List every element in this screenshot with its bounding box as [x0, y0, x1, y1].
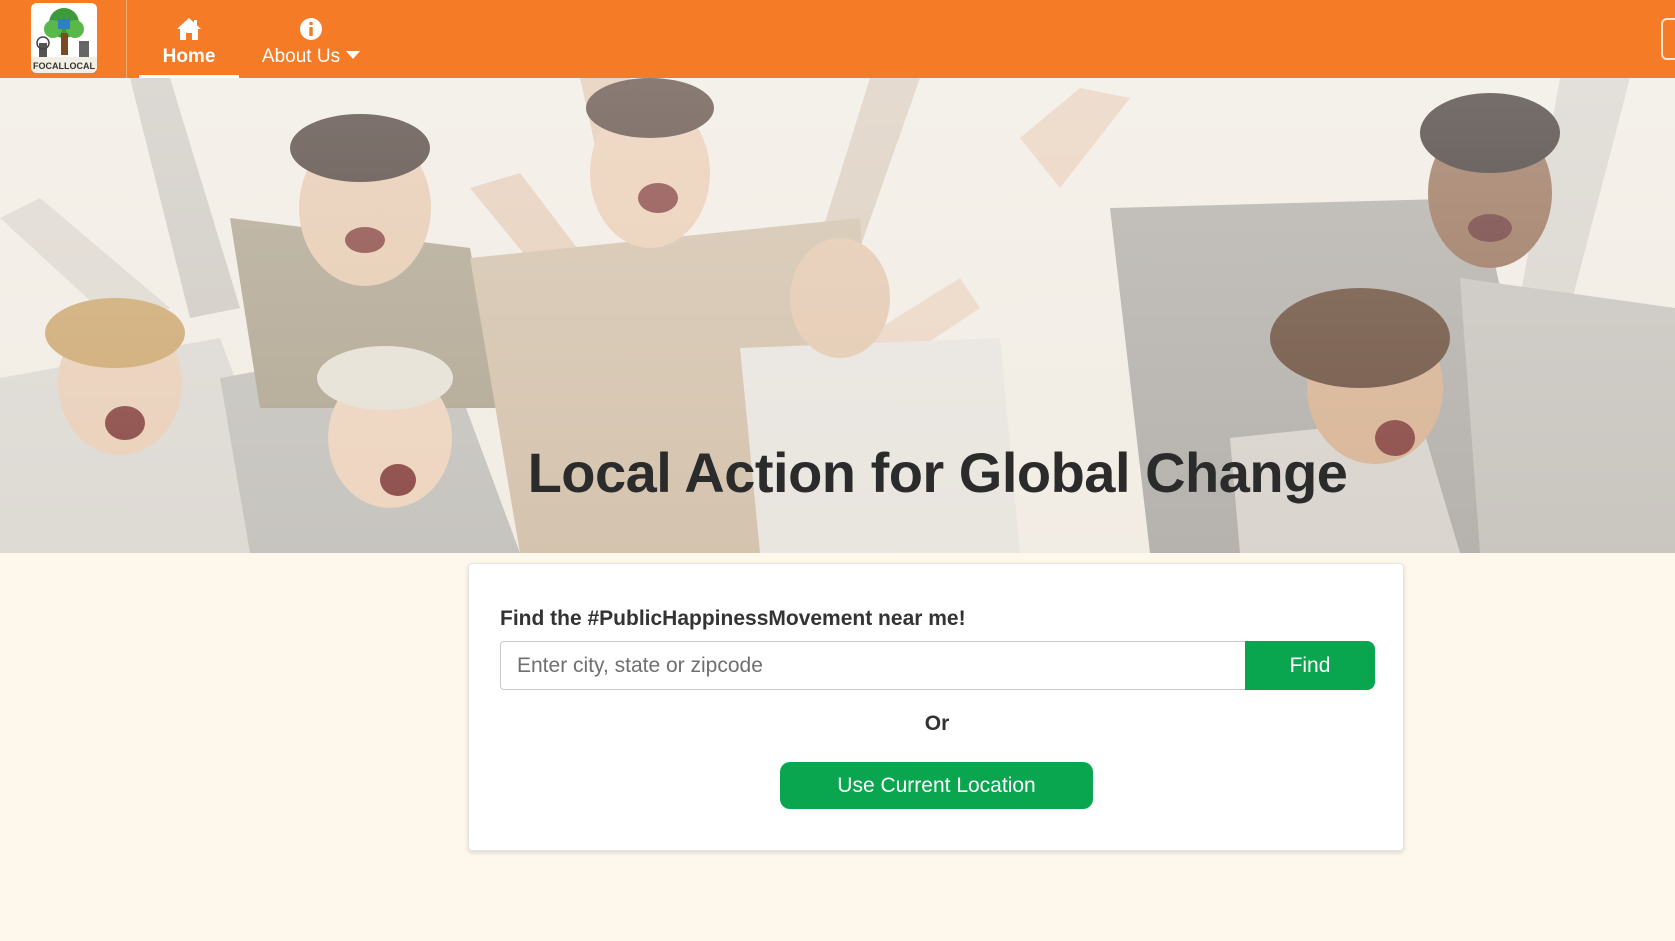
- hero-title: Local Action for Global Change: [527, 441, 1348, 504]
- nav-item-home-label: Home: [162, 46, 216, 67]
- hero-banner: Local Action for Global Change: [0, 78, 1675, 553]
- nav-item-home[interactable]: Home: [139, 0, 239, 78]
- info-icon: [300, 18, 322, 40]
- navbar-toggle-button[interactable]: [1661, 18, 1675, 60]
- nav-item-about-us[interactable]: About Us: [252, 0, 370, 78]
- chevron-down-icon: [346, 51, 361, 59]
- location-search-card: Find the #PublicHappinessMovement near m…: [468, 563, 1404, 851]
- logo-text: FOCALLOCAL: [33, 61, 95, 71]
- search-label: Find the #PublicHappinessMovement near m…: [500, 607, 966, 630]
- nav-item-about-us-label: About Us: [262, 46, 361, 68]
- location-search-input[interactable]: [500, 641, 1245, 690]
- find-button[interactable]: Find: [1245, 641, 1375, 690]
- home-icon: [177, 18, 201, 40]
- logo-tree-icon: FOCALLOCAL: [31, 3, 97, 73]
- or-separator: Or: [924, 712, 950, 735]
- use-current-location-button[interactable]: Use Current Location: [780, 762, 1093, 809]
- nav-divider: [126, 0, 127, 78]
- site-logo[interactable]: FOCALLOCAL: [31, 3, 97, 73]
- top-navbar: FOCALLOCAL Home About Us: [0, 0, 1675, 78]
